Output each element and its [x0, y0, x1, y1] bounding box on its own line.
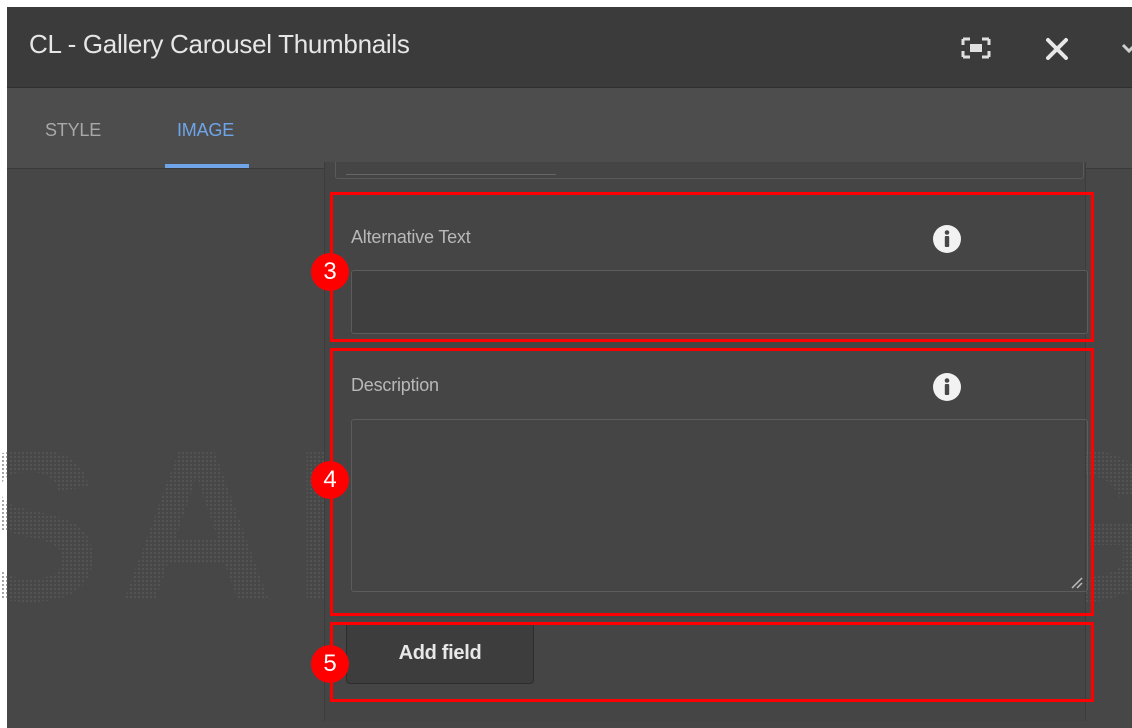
callout-marker-5: 5: [311, 645, 349, 683]
alt-text-label: Alternative Text: [351, 227, 471, 247]
callout-marker-3: 3: [311, 253, 349, 291]
add-field-button[interactable]: Add field: [346, 622, 534, 684]
close-icon[interactable]: [1043, 35, 1071, 63]
alt-text-input[interactable]: [351, 270, 1088, 334]
description-label: Description: [351, 375, 439, 395]
tab-image[interactable]: IMAGE: [177, 120, 234, 141]
fullscreen-toggle-icon[interactable]: [961, 37, 991, 59]
previous-field-inner-edge: [346, 162, 556, 175]
resize-grip-icon[interactable]: [1070, 576, 1084, 590]
info-icon[interactable]: [932, 224, 962, 254]
dialog-title: CL - Gallery Carousel Thumbnails: [29, 29, 410, 59]
info-icon[interactable]: [932, 372, 962, 402]
dialog-header: CL - Gallery Carousel Thumbnails: [7, 7, 1132, 88]
description-textarea[interactable]: [351, 419, 1088, 592]
tab-bar: STYLE IMAGE: [7, 88, 1132, 169]
tab-style[interactable]: STYLE: [45, 120, 101, 141]
callout-marker-4: 4: [311, 461, 349, 499]
active-tab-indicator: [165, 164, 249, 168]
chevron-down-icon[interactable]: [1120, 37, 1132, 57]
